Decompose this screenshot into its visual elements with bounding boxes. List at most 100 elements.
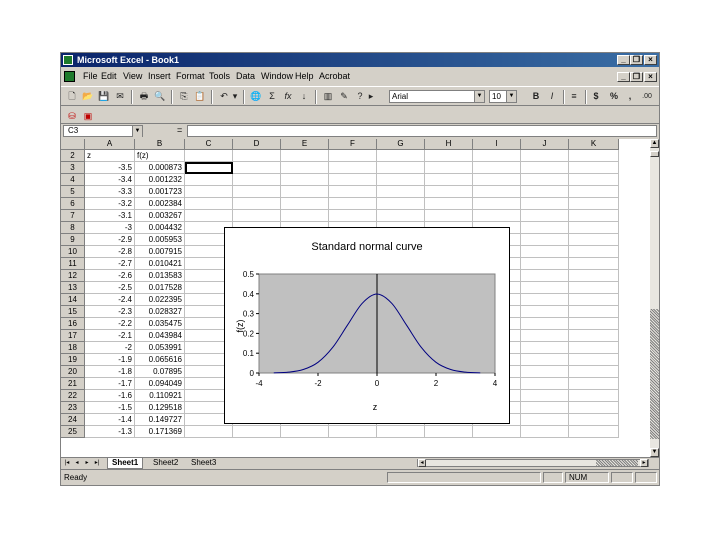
- cell-f7[interactable]: [329, 210, 377, 222]
- cell-f4[interactable]: [329, 174, 377, 186]
- formula-input[interactable]: [187, 125, 657, 137]
- paste-icon[interactable]: 📋: [193, 90, 207, 103]
- cell-b23[interactable]: 0.129518: [135, 402, 185, 414]
- cell-j10[interactable]: [521, 246, 569, 258]
- cell-a9[interactable]: -2.9: [85, 234, 135, 246]
- function-icon[interactable]: fx: [281, 90, 295, 103]
- cell-j14[interactable]: [521, 294, 569, 306]
- currency-button[interactable]: $: [589, 90, 603, 103]
- cell-d2[interactable]: [233, 150, 281, 162]
- cell-k3[interactable]: [569, 162, 619, 174]
- cell-d6[interactable]: [233, 198, 281, 210]
- cell-b3[interactable]: 0.000873: [135, 162, 185, 174]
- cell-c3[interactable]: [185, 162, 233, 174]
- cell-k13[interactable]: [569, 282, 619, 294]
- cell-c6[interactable]: [185, 198, 233, 210]
- cell-k5[interactable]: [569, 186, 619, 198]
- cell-k20[interactable]: [569, 366, 619, 378]
- open-icon[interactable]: 📂: [81, 90, 95, 103]
- cell-f5[interactable]: [329, 186, 377, 198]
- undo-icon[interactable]: ↶: [217, 90, 231, 103]
- row-header[interactable]: 7: [61, 210, 85, 222]
- cell-e5[interactable]: [281, 186, 329, 198]
- cell-b18[interactable]: 0.053991: [135, 342, 185, 354]
- prev-sheet-icon[interactable]: ◂: [73, 459, 81, 467]
- minimize-button[interactable]: _: [617, 55, 630, 65]
- cell-a8[interactable]: -3: [85, 222, 135, 234]
- menu-tools[interactable]: Tools: [209, 71, 230, 81]
- cell-d3[interactable]: [233, 162, 281, 174]
- cell-a25[interactable]: -1.3: [85, 426, 135, 438]
- cell-b25[interactable]: 0.171369: [135, 426, 185, 438]
- help-icon[interactable]: ?: [353, 90, 367, 103]
- cell-g3[interactable]: [377, 162, 425, 174]
- cell-k10[interactable]: [569, 246, 619, 258]
- cell-k17[interactable]: [569, 330, 619, 342]
- cell-b2[interactable]: f(z): [135, 150, 185, 162]
- copy-icon[interactable]: ⎘: [177, 90, 191, 103]
- cell-e6[interactable]: [281, 198, 329, 210]
- column-header-h[interactable]: H: [425, 139, 473, 150]
- cell-b4[interactable]: 0.001232: [135, 174, 185, 186]
- row-header[interactable]: 9: [61, 234, 85, 246]
- row-header[interactable]: 19: [61, 354, 85, 366]
- percent-button[interactable]: %: [607, 90, 621, 103]
- cell-f3[interactable]: [329, 162, 377, 174]
- cell-k23[interactable]: [569, 402, 619, 414]
- cell-b14[interactable]: 0.022395: [135, 294, 185, 306]
- cell-a13[interactable]: -2.5: [85, 282, 135, 294]
- cell-h7[interactable]: [425, 210, 473, 222]
- cell-g4[interactable]: [377, 174, 425, 186]
- menu-data[interactable]: Data: [236, 71, 255, 81]
- menu-window[interactable]: Window: [261, 71, 293, 81]
- cell-a15[interactable]: -2.3: [85, 306, 135, 318]
- scroll-left-icon[interactable]: ◂: [418, 459, 426, 467]
- row-header[interactable]: 22: [61, 390, 85, 402]
- scroll-right-icon[interactable]: ▸: [640, 459, 648, 467]
- cell-j16[interactable]: [521, 318, 569, 330]
- doc-close-button[interactable]: ×: [644, 72, 657, 82]
- cell-c25[interactable]: [185, 426, 233, 438]
- row-header[interactable]: 14: [61, 294, 85, 306]
- column-header-f[interactable]: F: [329, 139, 377, 150]
- doc-minimize-button[interactable]: _: [617, 72, 630, 82]
- restore-button[interactable]: ❐: [630, 55, 643, 65]
- cell-d7[interactable]: [233, 210, 281, 222]
- cell-a2[interactable]: z: [85, 150, 135, 162]
- cell-j23[interactable]: [521, 402, 569, 414]
- cell-a17[interactable]: -2.1: [85, 330, 135, 342]
- cell-a21[interactable]: -1.7: [85, 378, 135, 390]
- cell-i4[interactable]: [473, 174, 521, 186]
- name-box[interactable]: C3 ▼: [63, 125, 143, 137]
- cell-j25[interactable]: [521, 426, 569, 438]
- menu-view[interactable]: View: [123, 71, 142, 81]
- cell-h2[interactable]: [425, 150, 473, 162]
- cell-g5[interactable]: [377, 186, 425, 198]
- cell-a20[interactable]: -1.8: [85, 366, 135, 378]
- cell-j17[interactable]: [521, 330, 569, 342]
- scrollbar-track[interactable]: [650, 309, 659, 439]
- workbook-icon[interactable]: [64, 71, 75, 82]
- print-preview-icon[interactable]: 🔍: [153, 90, 167, 103]
- row-header[interactable]: 21: [61, 378, 85, 390]
- cell-h5[interactable]: [425, 186, 473, 198]
- row-header[interactable]: 2: [61, 150, 85, 162]
- cell-h4[interactable]: [425, 174, 473, 186]
- cell-a3[interactable]: -3.5: [85, 162, 135, 174]
- menu-insert[interactable]: Insert: [148, 71, 171, 81]
- cell-b16[interactable]: 0.035475: [135, 318, 185, 330]
- cell-a19[interactable]: -1.9: [85, 354, 135, 366]
- cell-h25[interactable]: [425, 426, 473, 438]
- cell-j13[interactable]: [521, 282, 569, 294]
- column-header-g[interactable]: G: [377, 139, 425, 150]
- cell-g7[interactable]: [377, 210, 425, 222]
- cell-j5[interactable]: [521, 186, 569, 198]
- cell-k11[interactable]: [569, 258, 619, 270]
- cell-h6[interactable]: [425, 198, 473, 210]
- font-size-select[interactable]: 10 ▼: [489, 90, 517, 103]
- cell-k21[interactable]: [569, 378, 619, 390]
- horizontal-scrollbar[interactable]: ◂ ▸: [417, 459, 649, 467]
- split-box[interactable]: [650, 151, 659, 157]
- cell-j4[interactable]: [521, 174, 569, 186]
- row-header[interactable]: 16: [61, 318, 85, 330]
